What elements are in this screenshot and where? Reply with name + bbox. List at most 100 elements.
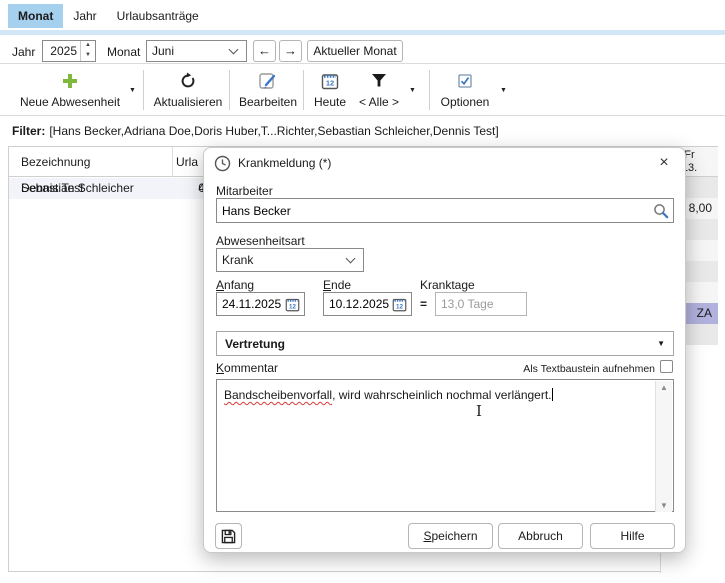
mitarbeiter-label: Mitarbeiter	[216, 184, 273, 198]
plus-icon	[63, 74, 77, 88]
ende-field[interactable]: 12	[323, 292, 412, 316]
tab-monat[interactable]: Monat	[8, 4, 63, 28]
refresh-label: Aktualisieren	[150, 95, 226, 109]
filter-value: [Hans Becker,Adriana Doe,Doris Huber,T..…	[49, 124, 498, 138]
dialog-title: Krankmeldung (*)	[238, 156, 331, 170]
textarea-scrollbar[interactable]: ▲ ▼	[655, 381, 672, 512]
anfang-field[interactable]: 12	[216, 292, 305, 316]
row-urlaub: 0	[173, 178, 205, 199]
text-caret	[552, 388, 553, 401]
kommentar-textarea[interactable]: Bandscheibenvorfall, wird wahrscheinlich…	[216, 379, 674, 512]
chevron-down-icon	[229, 44, 239, 54]
scrollbar-down-icon[interactable]: ▼	[656, 501, 672, 510]
abwesenheitsart-value: Krank	[217, 253, 347, 267]
hilfe-button[interactable]: Hilfe	[590, 523, 675, 549]
ende-input[interactable]	[324, 297, 392, 311]
spin-up-icon[interactable]: ▲	[81, 41, 95, 51]
funnel-icon	[371, 73, 387, 89]
ibeam-cursor: I	[476, 402, 482, 420]
new-absence-caret-icon[interactable]: ▼	[129, 87, 136, 94]
tab-urlaubsantraege[interactable]: Urlaubsanträge	[107, 4, 209, 28]
tab-bar: Monat Jahr Urlaubsanträge	[8, 4, 209, 28]
calendar-date-icon[interactable]: 12	[285, 297, 300, 312]
vertretung-caret-icon[interactable]: ▼	[657, 339, 665, 348]
edit-icon	[258, 71, 278, 91]
filter-label: Filter:	[12, 124, 45, 138]
scrollbar-up-icon[interactable]: ▲	[656, 383, 672, 392]
svg-text:12: 12	[396, 303, 403, 310]
new-absence-label: Neue Abwesenheit	[14, 95, 126, 109]
current-month-button[interactable]: Aktueller Monat	[307, 40, 403, 62]
ende-label: Ende	[323, 278, 351, 292]
kommentar-text: Bandscheibenvorfall, wird wahrscheinlich…	[224, 387, 649, 403]
clock-icon	[214, 155, 231, 172]
toolbar-separator	[143, 70, 144, 110]
options-button[interactable]: Optionen	[435, 69, 495, 109]
edit-button[interactable]: Bearbeiten	[236, 69, 300, 109]
floppy-icon	[221, 529, 236, 544]
abwesenheitsart-label: Abwesenheitsart	[216, 234, 305, 248]
filter-all-button[interactable]: < Alle >	[353, 69, 405, 109]
abbruch-button[interactable]: Abbruch	[498, 523, 583, 549]
mitarbeiter-input[interactable]	[217, 204, 653, 218]
svg-text:12: 12	[289, 303, 296, 310]
search-icon[interactable]	[653, 203, 669, 219]
krankmeldung-dialog: Krankmeldung (*) × Mitarbeiter Abwesenhe…	[203, 147, 686, 553]
close-icon[interactable]: ×	[653, 154, 675, 172]
edit-label: Bearbeiten	[236, 95, 300, 109]
calendar-icon: 12	[321, 72, 339, 90]
year-label: Jahr	[12, 45, 35, 59]
options-icon	[457, 73, 473, 89]
month-value: Juni	[147, 44, 230, 58]
next-month-button[interactable]: →	[279, 40, 302, 62]
today-button[interactable]: 12 Heute	[308, 69, 352, 109]
refresh-icon	[179, 72, 197, 90]
save-template-button[interactable]	[215, 523, 242, 549]
month-label: Monat	[107, 45, 140, 59]
year-value: 2025	[43, 41, 80, 61]
calendar-date-icon[interactable]: 12	[392, 297, 407, 312]
speichern-button[interactable]: Speichern	[408, 523, 493, 549]
tab-strip	[0, 30, 725, 35]
kommentar-label: Kommentar	[216, 361, 278, 375]
kranktage-label: Kranktage	[420, 278, 475, 292]
kranktage-field	[435, 292, 527, 316]
anfang-input[interactable]	[217, 297, 285, 311]
kranktage-value	[436, 297, 526, 311]
svg-text:12: 12	[326, 79, 334, 88]
month-select[interactable]: Juni	[146, 40, 247, 62]
kommentar-rest: , wird wahrscheinlich nochmal verlängert…	[332, 388, 551, 402]
spin-down-icon[interactable]: ▼	[81, 51, 95, 61]
prev-month-button[interactable]: ←	[253, 40, 276, 62]
mitarbeiter-field[interactable]	[216, 198, 674, 223]
app-window: Monat Jahr Urlaubsanträge Jahr 2025 ▲ ▼ …	[0, 0, 725, 583]
toolbar-separator	[229, 70, 230, 110]
anfang-label: Anfang	[216, 278, 254, 292]
textbaustein-checkbox[interactable]	[660, 360, 673, 373]
column-header-bezeichnung[interactable]: Bezeichnung	[21, 155, 90, 169]
equals-sign: =	[420, 297, 427, 311]
filter-bar: Filter: [Hans Becker,Adriana Doe,Doris Hu…	[12, 124, 499, 138]
toolbar-separator	[303, 70, 304, 110]
textbaustein-label: Als Textbaustein aufnehmen	[523, 363, 655, 375]
new-absence-button[interactable]: Neue Abwesenheit	[14, 69, 126, 109]
vertretung-section-header[interactable]: Vertretung ▼	[216, 331, 674, 356]
options-caret-icon[interactable]: ▼	[500, 87, 507, 94]
today-label: Heute	[308, 95, 352, 109]
abbruch-label: Abbruch	[518, 529, 563, 543]
toolbar: Neue Abwesenheit ▼ Aktualisieren Be	[0, 63, 725, 116]
chevron-down-icon	[346, 253, 356, 263]
options-label: Optionen	[435, 95, 495, 109]
column-separator[interactable]	[172, 147, 173, 177]
year-spinner[interactable]: 2025 ▲ ▼	[42, 40, 96, 62]
column-header-urlaub[interactable]: Urla	[176, 155, 198, 169]
speichern-label: Speichern	[423, 524, 477, 548]
filter-all-label: < Alle >	[353, 95, 405, 109]
filter-caret-icon[interactable]: ▼	[409, 87, 416, 94]
hilfe-label: Hilfe	[620, 529, 644, 543]
tab-jahr[interactable]: Jahr	[63, 4, 106, 28]
dialog-title-bar[interactable]: Krankmeldung (*) ×	[204, 148, 685, 178]
abwesenheitsart-select[interactable]: Krank	[216, 248, 364, 272]
toolbar-separator	[429, 70, 430, 110]
refresh-button[interactable]: Aktualisieren	[150, 69, 226, 109]
